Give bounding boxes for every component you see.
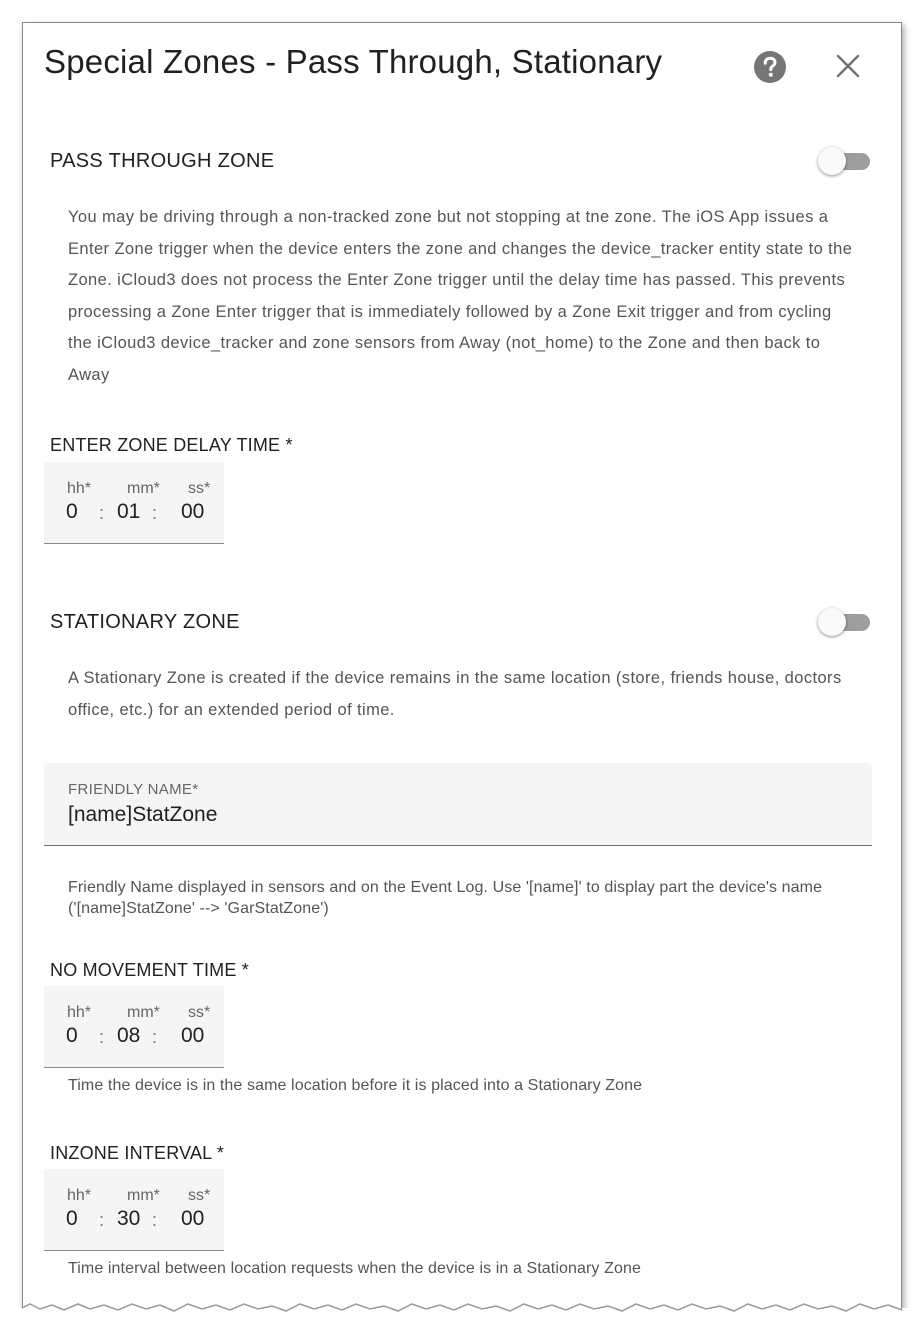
no-movement-time-label: NO MOVEMENT TIME * <box>50 960 249 980</box>
toggle-knob <box>818 608 846 636</box>
inzone-interval-helper: Time interval between location requests … <box>68 1260 641 1277</box>
pass-through-zone-title: PASS THROUGH ZONE <box>50 150 275 172</box>
seconds-value[interactable]: 00 <box>181 1207 204 1231</box>
hours-label: hh* <box>67 480 92 497</box>
minutes-label: mm* <box>127 1187 160 1204</box>
pass-through-zone-description: You may be driving through a non-tracked… <box>68 208 853 384</box>
seconds-value[interactable]: 00 <box>181 500 204 524</box>
toggle-knob <box>818 147 846 175</box>
time-separator: : <box>152 503 158 523</box>
seconds-label: ss* <box>188 1004 211 1021</box>
inzone-interval-label: INZONE INTERVAL * <box>50 1143 225 1163</box>
time-separator: : <box>99 1027 105 1047</box>
special-zones-dialog: Special Zones - Pass Through, Stationary… <box>22 22 902 1318</box>
close-icon[interactable] <box>833 51 863 81</box>
friendly-name-label: FRIENDLY NAME* <box>68 781 199 798</box>
minutes-label: mm* <box>127 480 160 497</box>
stationary-zone-toggle[interactable] <box>818 607 874 637</box>
minutes-value[interactable]: 01 <box>117 500 140 524</box>
hours-value[interactable]: 0 <box>66 500 78 524</box>
hours-value[interactable]: 0 <box>66 1024 78 1048</box>
friendly-name-field[interactable]: FRIENDLY NAME* [name]StatZone <box>44 763 872 846</box>
seconds-value[interactable]: 00 <box>181 1024 204 1048</box>
seconds-label: ss* <box>188 480 211 497</box>
pass-through-zone-toggle[interactable] <box>818 146 874 176</box>
enter-zone-delay-input[interactable]: hh* mm* ss* 0 : 01 : 00 <box>44 462 224 544</box>
friendly-name-helper: Friendly Name displayed in sensors and o… <box>68 879 823 917</box>
minutes-value[interactable]: 08 <box>117 1024 140 1048</box>
stationary-zone-description: A Stationary Zone is created if the devi… <box>68 669 842 719</box>
minutes-value[interactable]: 30 <box>117 1207 140 1231</box>
inzone-interval-input[interactable]: hh* mm* ss* 0 : 30 : 00 <box>44 1169 224 1251</box>
friendly-name-value[interactable]: [name]StatZone <box>68 803 217 827</box>
no-movement-time-helper: Time the device is in the same location … <box>68 1077 643 1094</box>
torn-edge <box>0 1303 924 1343</box>
minutes-label: mm* <box>127 1004 160 1021</box>
time-separator: : <box>152 1027 158 1047</box>
help-circle-icon[interactable] <box>753 50 787 84</box>
stationary-zone-title: STATIONARY ZONE <box>50 611 240 633</box>
time-separator: : <box>99 503 105 523</box>
hours-label: hh* <box>67 1187 92 1204</box>
seconds-label: ss* <box>188 1187 211 1204</box>
enter-zone-delay-label: ENTER ZONE DELAY TIME * <box>50 435 293 455</box>
hours-value[interactable]: 0 <box>66 1207 78 1231</box>
hours-label: hh* <box>67 1004 92 1021</box>
no-movement-time-input[interactable]: hh* mm* ss* 0 : 08 : 00 <box>44 986 224 1068</box>
dialog-title: Special Zones - Pass Through, Stationary <box>44 43 663 80</box>
time-separator: : <box>99 1210 105 1230</box>
time-separator: : <box>152 1210 158 1230</box>
